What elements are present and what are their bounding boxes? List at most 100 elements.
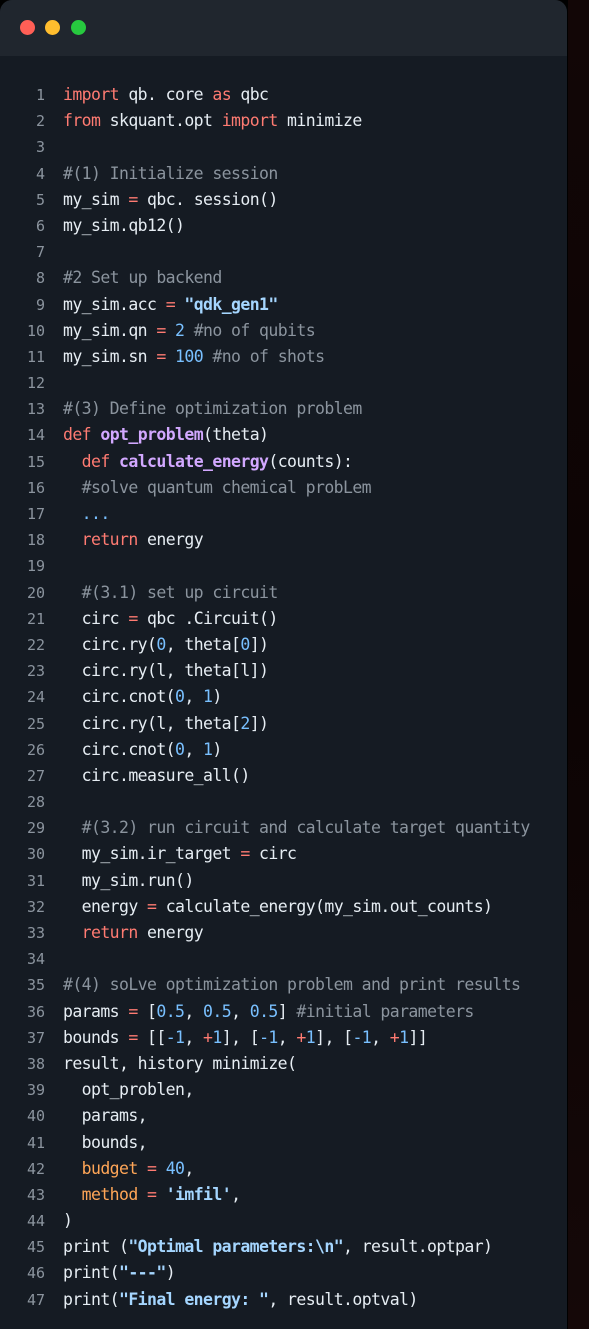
code-token: method: [81, 1184, 139, 1204]
code-token: (theta): [203, 425, 269, 445]
code-token: from: [63, 111, 101, 131]
code-token: import: [221, 111, 279, 131]
line-code: #solve quantum chemical probLem: [63, 475, 372, 501]
code-token: =: [156, 346, 166, 366]
line-code: opt_problen,: [63, 1077, 195, 1103]
line-code: my_sim = qbc. session(): [63, 187, 278, 213]
close-window-button[interactable]: [20, 20, 35, 35]
line-number: 39: [26, 1081, 45, 1100]
code-line: 40 params,: [0, 1103, 567, 1129]
code-line: 24 circ.cnot(0, 1): [0, 684, 567, 710]
code-token: my_sim: [63, 189, 129, 209]
line-code: circ = qbc .Circuit(): [63, 606, 279, 632]
code-token: -1: [259, 1027, 278, 1047]
code-token: (counts):: [268, 451, 353, 471]
code-token: result, history minimize(: [63, 1053, 297, 1073]
maximize-window-button[interactable]: [71, 20, 86, 35]
line-number: 5: [35, 190, 45, 209]
code-line: 16 #solve quantum chemical probLem: [0, 475, 567, 501]
line-number: 43: [26, 1185, 45, 1204]
line-number: 15: [26, 452, 45, 471]
line-number: 12: [26, 374, 45, 393]
code-token: as: [212, 85, 232, 104]
line-code: result, history minimize(: [63, 1051, 297, 1077]
line-code: bounds,: [63, 1130, 148, 1156]
code-token: circ.ry(l, theta[l]): [63, 661, 269, 681]
code-token: =: [240, 844, 250, 864]
code-line: 6 my_sim.qb12(): [0, 213, 567, 239]
code-token: =: [128, 1001, 138, 1021]
line-number: 17: [26, 505, 45, 523]
code-line: 13 #(3) Define optimization problem: [0, 396, 567, 422]
code-token: =: [128, 608, 138, 628]
line-number: 41: [26, 1133, 45, 1152]
code-line: 38 result, history minimize(: [0, 1051, 567, 1077]
line-code: circ.ry(l, theta[l]): [63, 658, 269, 684]
code-line: 14 def opt_problem(theta): [0, 422, 567, 448]
line-number: 34: [26, 950, 45, 969]
line-code: from skquant.opt import minimize: [63, 108, 362, 134]
line-code: def opt_problem(theta): [63, 422, 269, 448]
code-line: 2 from skquant.opt import minimize: [0, 108, 567, 134]
code-token: "Optimal parameters:\n": [128, 1237, 344, 1257]
code-line: 10 my_sim.qn = 2 #no of qubits: [0, 318, 567, 344]
code-line: 27 circ.measure_all(): [0, 763, 567, 789]
code-token: #initial parameters: [296, 1001, 474, 1021]
line-number: 30: [26, 845, 45, 864]
line-number: 9: [35, 295, 45, 314]
code-token: circ: [63, 608, 129, 628]
code-line: 44): [0, 1208, 567, 1234]
code-token: [: [137, 1001, 157, 1021]
code-line: 19: [0, 553, 567, 579]
code-token: =: [128, 1027, 138, 1047]
code-token: , result.optpar): [343, 1237, 493, 1257]
line-code: my_sim.qb12(): [63, 213, 185, 239]
code-token: opt_problen,: [63, 1080, 195, 1100]
line-code: print("---"): [63, 1260, 176, 1286]
line-number: 25: [26, 714, 45, 733]
line-code: #2 Set up backend: [63, 265, 222, 291]
code-line: 7: [0, 239, 567, 265]
code-token: ]): [249, 713, 269, 733]
line-code: #(1) Initialize session: [63, 161, 278, 187]
code-token: "---": [119, 1263, 166, 1283]
line-code: return energy: [63, 527, 204, 553]
line-code: circ.cnot(0, 1): [63, 737, 223, 763]
code-token: params,: [63, 1106, 148, 1126]
line-number: 47: [26, 1290, 45, 1309]
line-code: circ.cnot(0, 1): [63, 684, 223, 710]
code-token: calculate_energy: [119, 451, 269, 471]
line-number: 36: [26, 1002, 45, 1021]
code-token: ): [165, 1263, 176, 1283]
line-code: params,: [63, 1103, 148, 1129]
line-number: 2: [35, 112, 45, 131]
code-line: 35 #(4) soLve optimization problem and pr…: [0, 972, 567, 998]
code-editor[interactable]: 1 import qb. core as qbc 2 from skquant.opt…: [0, 82, 567, 1313]
line-number: 24: [26, 688, 45, 707]
code-token: ,: [184, 739, 204, 759]
code-token: =: [128, 189, 138, 209]
code-token: ,: [184, 687, 204, 707]
code-line: 45 print ("Optimal parameters:\n", result…: [0, 1234, 567, 1260]
background-strip: [568, 0, 589, 1329]
code-line: 8 #2 Set up backend: [0, 265, 567, 291]
code-token: minimize: [277, 111, 362, 131]
code-token: 1: [305, 1027, 316, 1047]
code-token: qbc .Circuit(): [137, 608, 278, 628]
code-line: 20 #(3.1) set up circuit: [0, 580, 567, 606]
code-token: #no of shots: [212, 346, 325, 366]
code-token: , theta[: [165, 634, 241, 654]
code-token: circ: [249, 844, 297, 864]
code-token: ,: [371, 1027, 390, 1047]
code-line: 17 ...: [0, 501, 567, 527]
minimize-window-button[interactable]: [45, 20, 60, 35]
code-token: ]): [249, 634, 269, 654]
code-token: #(3.2) run circuit and calculate target …: [81, 818, 531, 838]
line-code: return energy: [63, 920, 204, 946]
